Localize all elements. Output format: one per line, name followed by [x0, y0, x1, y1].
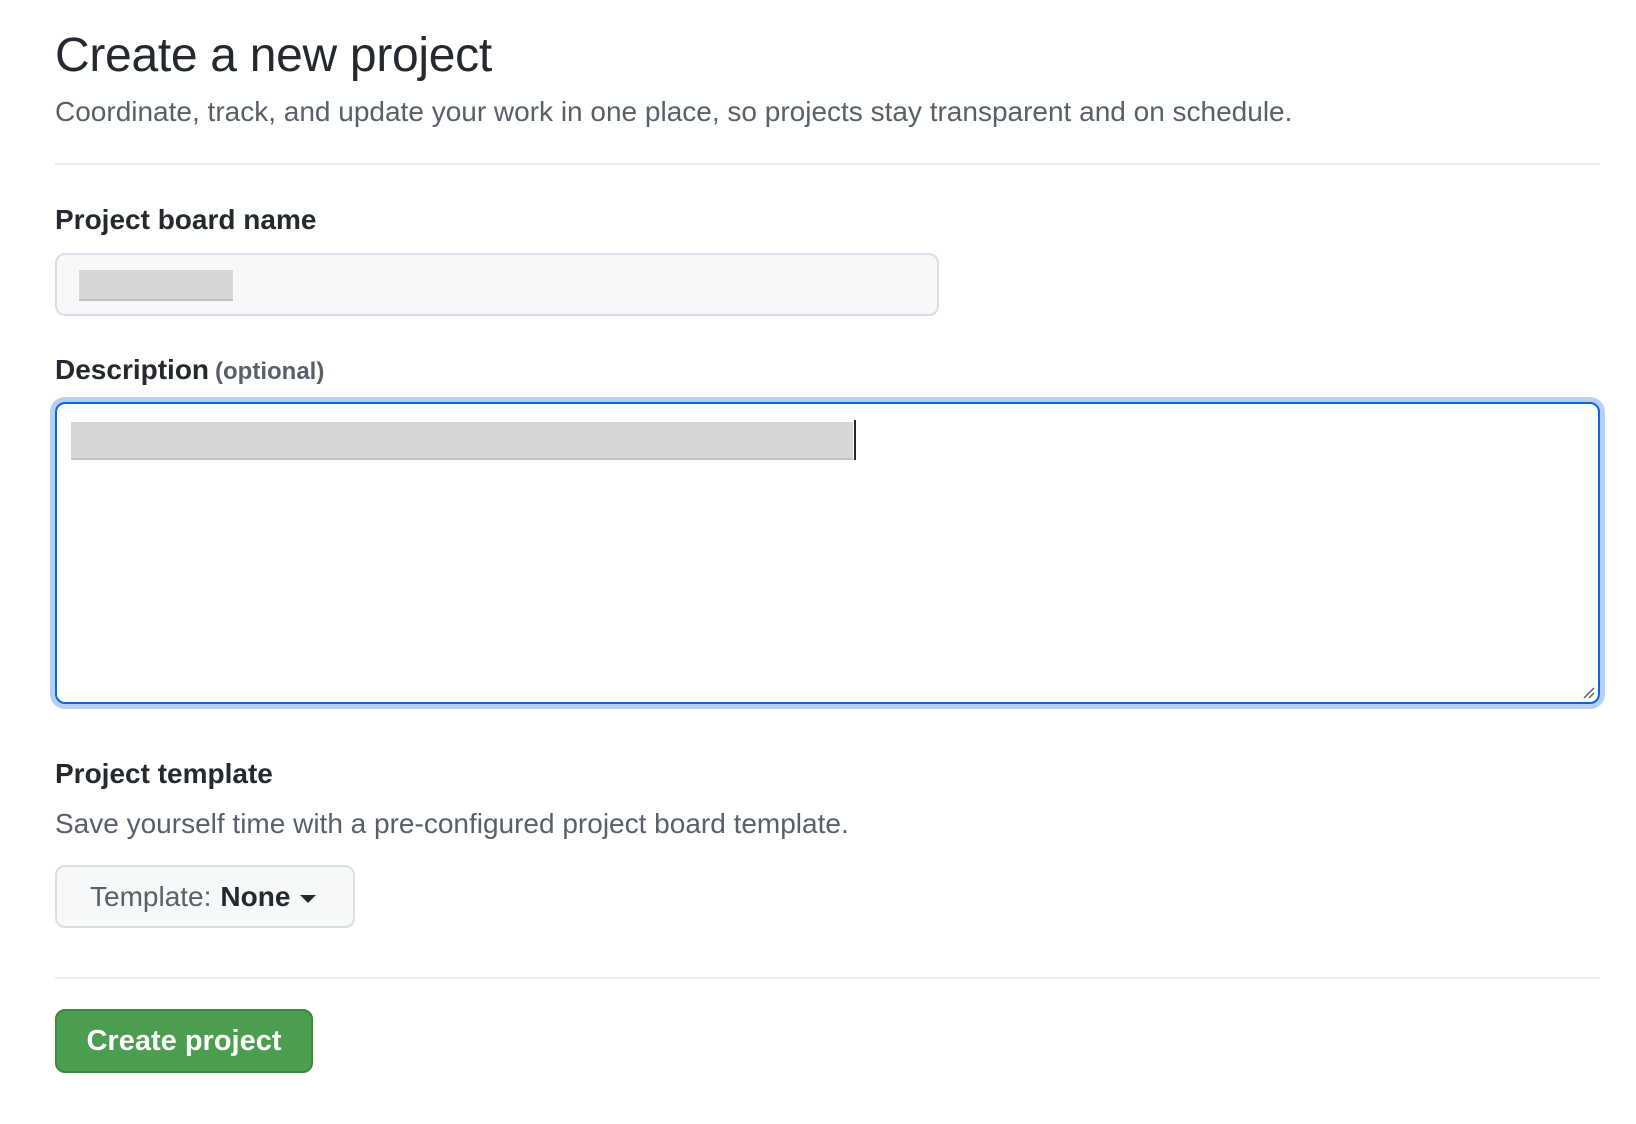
- project-name-label: Project board name: [55, 204, 317, 235]
- redacted-description-value: [71, 422, 853, 460]
- template-button-prefix: Template:: [90, 880, 212, 912]
- project-template-label: Project template: [55, 758, 273, 789]
- description-label: Description: [55, 354, 210, 385]
- template-select-button[interactable]: Template: None: [55, 865, 355, 928]
- page-subtitle: Coordinate, track, and update your work …: [55, 96, 1293, 127]
- description-label-row: Description (optional): [55, 354, 324, 386]
- footer-divider: [55, 977, 1600, 979]
- page-title: Create a new project: [55, 29, 492, 82]
- template-button-value: None: [220, 880, 291, 912]
- resize-handle-icon[interactable]: [1581, 685, 1595, 699]
- description-textarea[interactable]: [55, 402, 1600, 704]
- redacted-name-value: [79, 270, 233, 301]
- create-project-button[interactable]: Create project: [55, 1009, 313, 1073]
- header-divider: [55, 163, 1600, 165]
- project-name-input[interactable]: [55, 253, 939, 316]
- text-cursor: [854, 420, 856, 460]
- caret-down-icon: [300, 894, 317, 903]
- project-template-help: Save yourself time with a pre-configured…: [55, 808, 849, 839]
- optional-tag: (optional): [215, 358, 325, 385]
